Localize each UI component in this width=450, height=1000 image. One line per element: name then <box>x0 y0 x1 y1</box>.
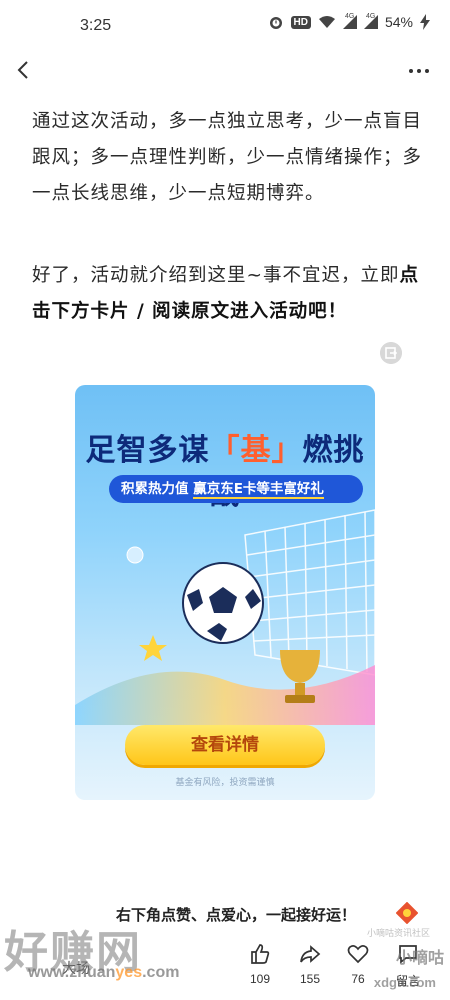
watermark-site: 小嘀咕资讯社区 <box>366 929 430 939</box>
article-paragraph-1: 通过这次活动，多一点独立思考，少一点盲目跟风；多一点理性判断，少一点情绪操作；多… <box>32 111 423 204</box>
watermark-corner-url: xdgtt.com <box>373 975 436 990</box>
card-title-part-a: 足智多谋 <box>85 433 210 468</box>
open-original-icon[interactable] <box>380 342 402 364</box>
article-paragraph-2: 好了，活动就介绍到这里~事不宜迟，立即点击下方卡片 / 阅读原文进入活动吧！ <box>32 258 422 330</box>
battery-level: 54% <box>384 14 413 30</box>
card-subtitle-part-a: 积累热力值 <box>121 481 194 497</box>
card-subtitle: 积累热力值 赢京东E卡等丰富好礼 <box>109 475 363 503</box>
watermark-url-a: www.zhuan <box>28 964 116 981</box>
wifi-icon <box>318 16 335 28</box>
card-disclaimer: 基金有风险，投资需谨慎 <box>175 778 275 788</box>
closing-text: 右下角点赞、点爱心，一起接好运！ <box>116 906 357 924</box>
status-bar: 3:25 HD 4G 4G 54% <box>0 0 450 44</box>
heart-icon <box>347 945 369 964</box>
alarm-icon <box>269 17 282 29</box>
card-title-highlight: 「基」 <box>209 433 303 468</box>
signal-icon-2: 4G <box>363 13 378 29</box>
watermark-url-b: yes <box>115 964 143 981</box>
star-icon <box>139 635 167 661</box>
soccer-illustration <box>75 509 375 725</box>
soccer-ball-icon <box>182 562 264 644</box>
article-paragraph-2-lead: 好了，活动就介绍到这里~事不宜迟，立即 <box>32 265 400 286</box>
hd-badge: HD <box>290 15 311 29</box>
signal-icon-1: 4G <box>342 13 357 29</box>
lucky-envelope-icon <box>396 902 418 924</box>
card-subtitle-highlight: 赢京东E卡等丰富好礼 <box>193 481 324 499</box>
back-icon[interactable] <box>12 58 36 82</box>
thumbs-up-icon <box>251 944 270 964</box>
watermark-url-c: .com <box>142 964 180 981</box>
charging-icon <box>420 14 430 30</box>
status-time: 3:25 <box>80 17 112 34</box>
status-icons: HD 4G 4G 54% <box>268 13 430 30</box>
network-label-1: 4G <box>344 13 355 20</box>
coin-icon <box>126 546 144 564</box>
share-icon <box>300 945 321 963</box>
more-icon[interactable] <box>408 61 430 81</box>
view-details-button[interactable]: 查看详情 <box>125 725 325 765</box>
ribbon-wave <box>75 665 375 725</box>
promo-card[interactable]: 足智多谋「基」燃挑战 积累热力值 赢京东E卡等丰富好礼 查看详情 基金有 <box>75 385 375 800</box>
watermark-corner: 小嘀咕 <box>395 948 444 967</box>
network-label-2: 4G <box>365 13 376 20</box>
watermark-url: www.zhuanyes.com <box>28 964 179 982</box>
top-nav <box>0 48 450 94</box>
